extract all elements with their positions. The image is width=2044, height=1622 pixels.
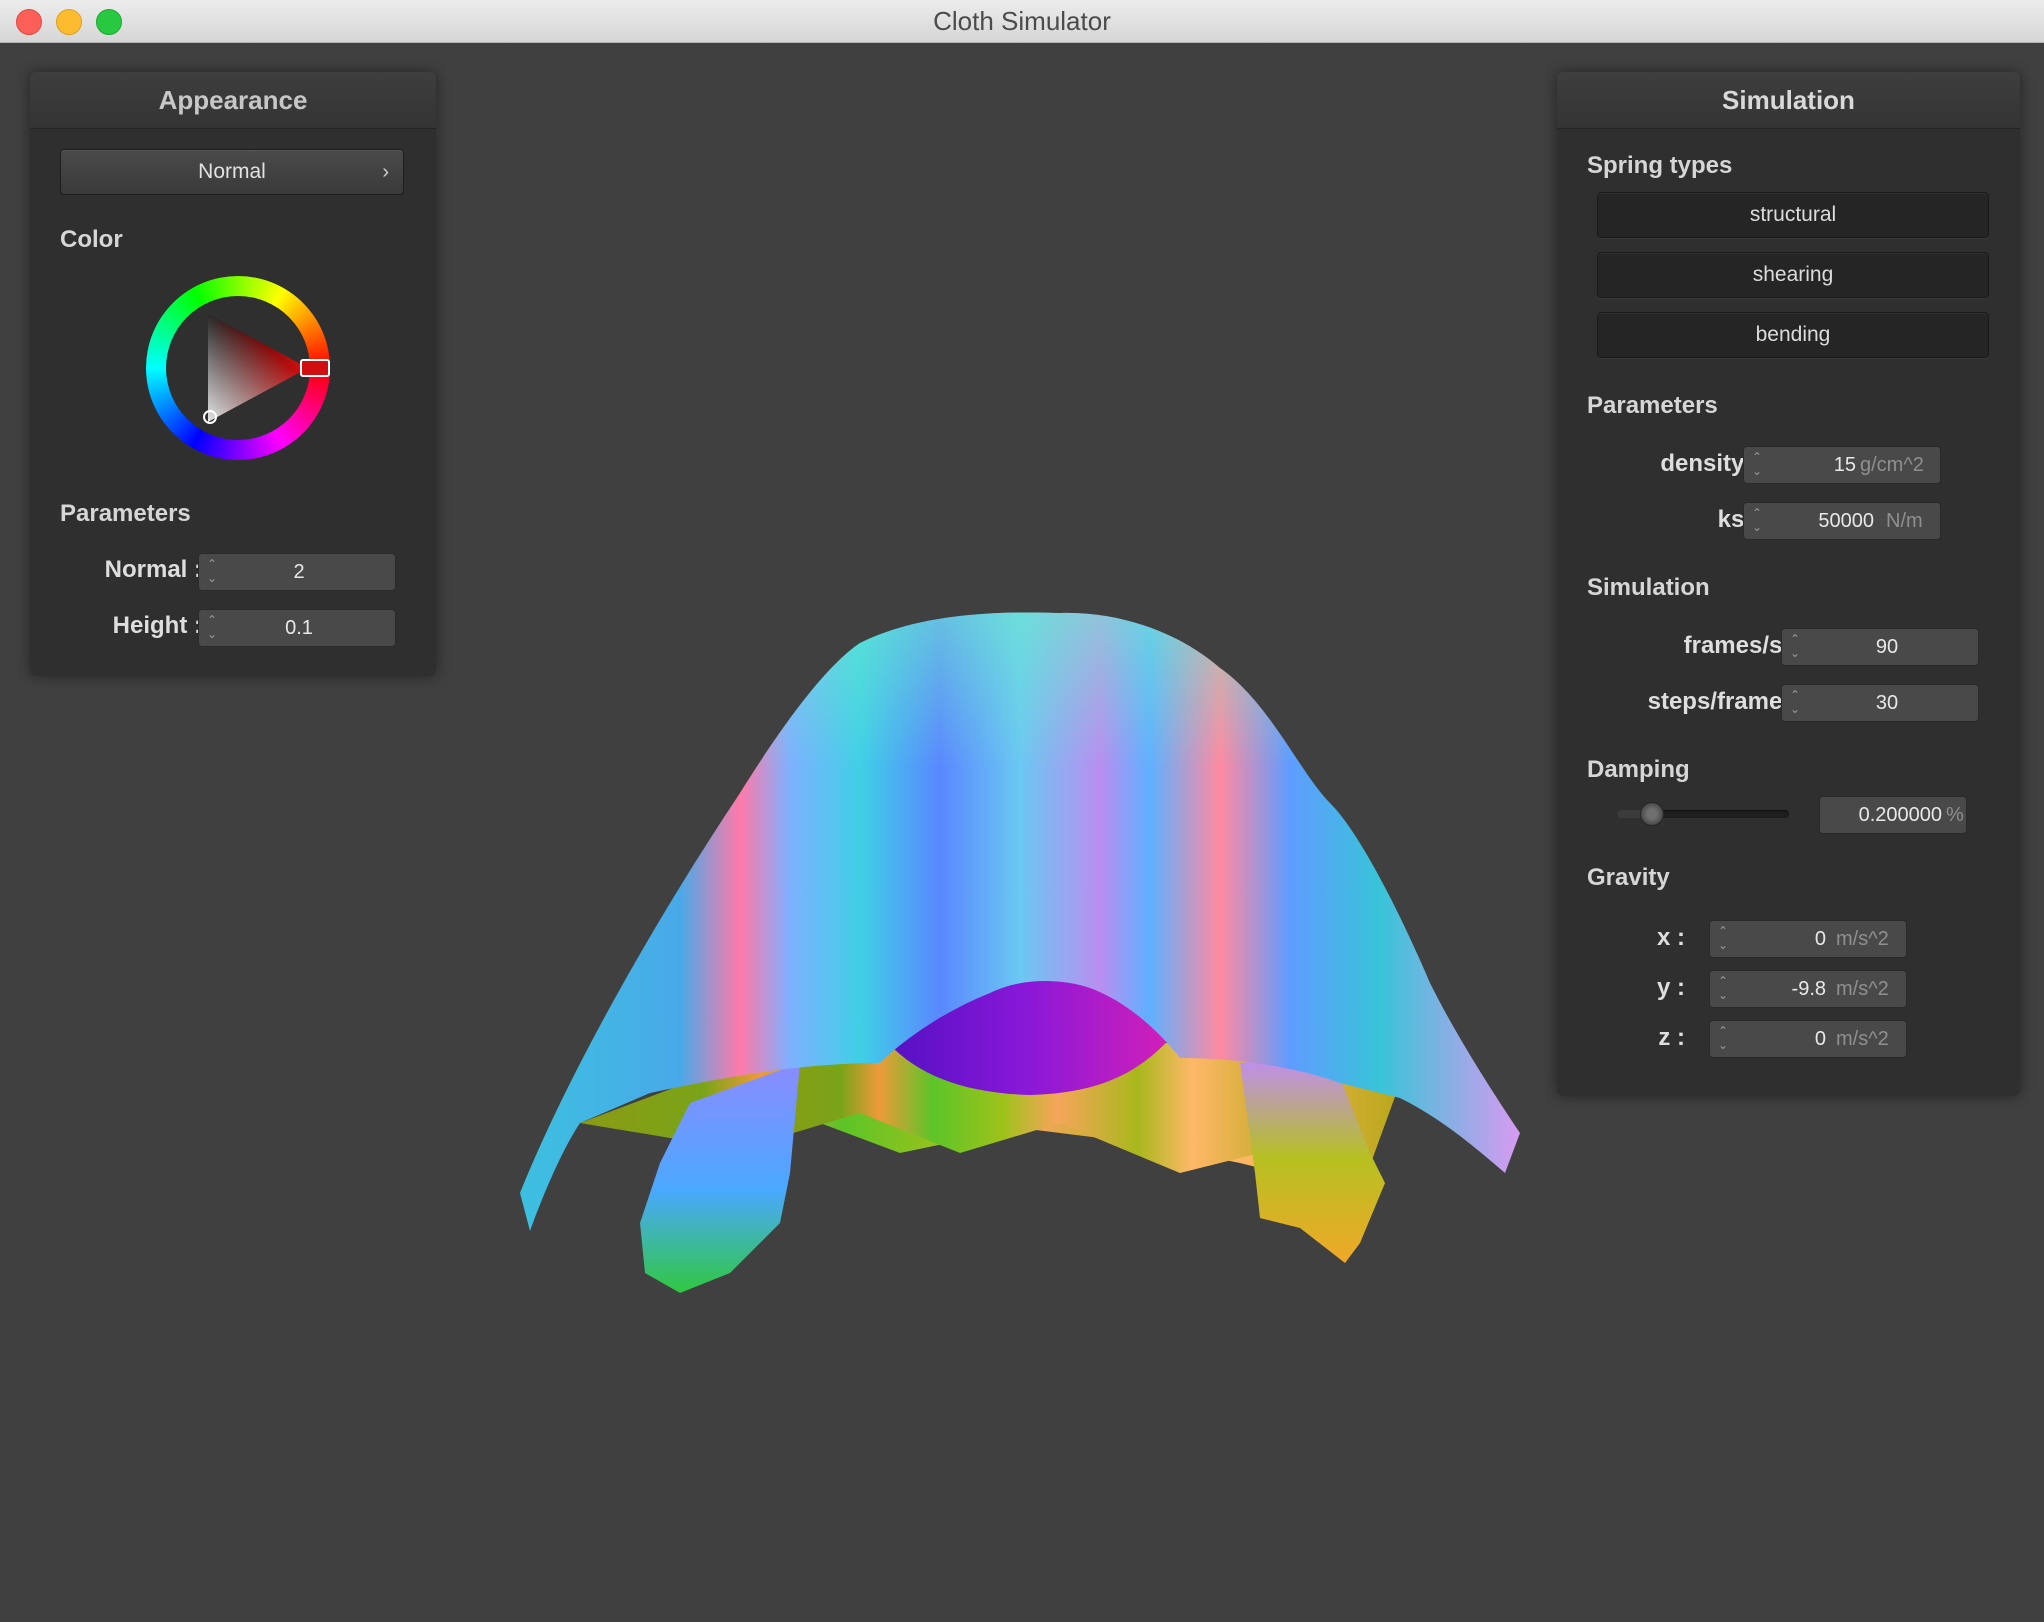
app-window: Cloth Simulator Appearance Normal › Colo… (0, 0, 2044, 1622)
appearance-parameters-label: Parameters (60, 500, 191, 527)
structural-button[interactable]: structural (1597, 192, 1989, 238)
normal-label: Normal : (104, 556, 202, 583)
ks-value: 50000 (1818, 510, 1874, 532)
damping-value: 0.200000 (1858, 804, 1942, 826)
stepper-arrows-icon[interactable]: ⌃ ⌄ (1716, 974, 1730, 1004)
stepper-arrows-icon[interactable]: ⌃ ⌄ (1750, 506, 1764, 536)
shader-dropdown-value: Normal (198, 160, 266, 183)
gravity-x-label: x : (1656, 924, 1685, 951)
frames-input[interactable]: ⌃ ⌄ 90 (1781, 628, 1979, 666)
steps-input[interactable]: ⌃ ⌄ 30 (1781, 684, 1979, 722)
damping-unit: % (1946, 804, 1964, 826)
steps-label: steps/frame : (1647, 688, 1797, 715)
stepper-arrows-icon[interactable]: ⌃ ⌄ (1750, 450, 1764, 480)
stepper-arrows-icon[interactable]: ⌃ ⌄ (205, 613, 219, 643)
height-value: 0.1 (285, 617, 313, 639)
gravity-x-unit: m/s^2 (1836, 928, 1889, 950)
window-title: Cloth Simulator (933, 6, 1111, 36)
frames-value: 90 (1875, 636, 1899, 658)
damping-input[interactable]: 0.200000 % (1819, 796, 1967, 834)
stepper-arrows-icon[interactable]: ⌃ ⌄ (205, 557, 219, 587)
stepper-arrows-icon[interactable]: ⌃ ⌄ (1716, 1024, 1730, 1054)
ks-label: ks : (1717, 506, 1759, 533)
gravity-z-unit: m/s^2 (1836, 1028, 1889, 1050)
shader-dropdown[interactable]: Normal › (60, 149, 404, 195)
simulation-parameters-label: Parameters (1587, 392, 1718, 419)
gravity-y-label: y : (1656, 974, 1685, 1001)
damping-section-label: Damping (1587, 756, 1690, 783)
gravity-z-input[interactable]: ⌃ ⌄ 0 m/s^2 (1709, 1020, 1907, 1058)
shearing-button[interactable]: shearing (1597, 252, 1989, 298)
ks-unit: N/m (1886, 510, 1923, 532)
gravity-y-input[interactable]: ⌃ ⌄ -9.8 m/s^2 (1709, 970, 1907, 1008)
steps-value: 30 (1875, 692, 1899, 714)
damping-slider-knob[interactable] (1640, 802, 1664, 826)
bending-button[interactable]: bending (1597, 312, 1989, 358)
spring-types-label: Spring types (1587, 152, 1733, 179)
color-wheel[interactable] (146, 276, 330, 460)
normal-value: 2 (293, 561, 305, 583)
title-bar: Cloth Simulator (0, 0, 2044, 43)
gravity-x-value: 0 (1814, 928, 1826, 950)
appearance-panel: Appearance Normal › Color Parameters Nor… (30, 72, 436, 676)
simulation-section-label: Simulation (1587, 574, 1710, 601)
density-value: 15 (1833, 454, 1856, 476)
gravity-z-value: 0 (1814, 1028, 1826, 1050)
density-input[interactable]: ⌃ ⌄ 15 g/cm^2 (1743, 446, 1941, 484)
simulation-panel-header[interactable]: Simulation (1557, 72, 2020, 129)
chevron-right-icon: › (382, 161, 389, 183)
normal-input[interactable]: ⌃ ⌄ 2 (198, 553, 396, 591)
density-unit: g/cm^2 (1860, 454, 1924, 476)
appearance-panel-header[interactable]: Appearance (30, 72, 436, 129)
height-input[interactable]: ⌃ ⌄ 0.1 (198, 609, 396, 647)
color-section-label: Color (60, 226, 123, 253)
gravity-z-label: z : (1658, 1024, 1685, 1051)
gravity-section-label: Gravity (1587, 864, 1670, 891)
saturation-triangle[interactable] (146, 276, 330, 460)
stepper-arrows-icon[interactable]: ⌃ ⌄ (1788, 632, 1802, 662)
ks-input[interactable]: ⌃ ⌄ 50000 N/m (1743, 502, 1941, 540)
gravity-x-input[interactable]: ⌃ ⌄ 0 m/s^2 (1709, 920, 1907, 958)
damping-slider[interactable] (1617, 802, 1789, 826)
stepper-arrows-icon[interactable]: ⌃ ⌄ (1788, 688, 1802, 718)
gravity-y-unit: m/s^2 (1836, 978, 1889, 1000)
stepper-arrows-icon[interactable]: ⌃ ⌄ (1716, 924, 1730, 954)
density-label: density : (1660, 450, 1759, 477)
height-label: Height : (112, 612, 202, 639)
frames-label: frames/s : (1683, 632, 1797, 659)
gravity-y-value: -9.8 (1791, 978, 1826, 1000)
simulation-panel: Simulation Spring types structural shear… (1557, 72, 2020, 1096)
